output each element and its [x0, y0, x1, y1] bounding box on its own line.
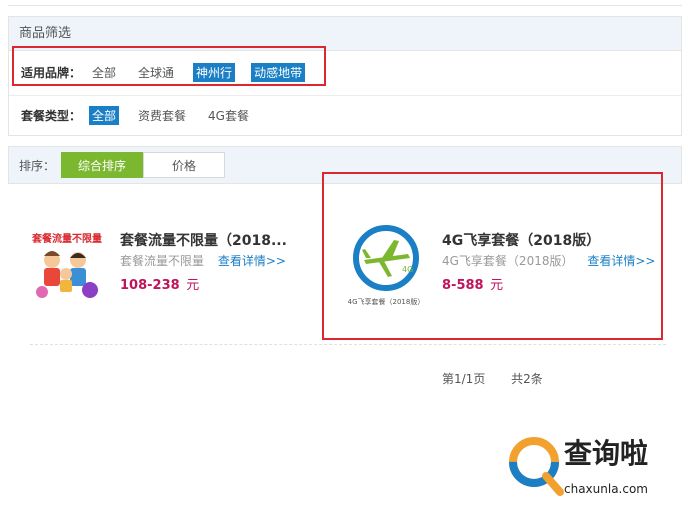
product-title[interactable]: 套餐流量不限量（2018...: [120, 230, 287, 250]
watermark: 查询啦 chaxunla.com: [508, 432, 678, 504]
list-divider: [30, 344, 666, 345]
sort-price-button[interactable]: 价格: [143, 152, 226, 178]
watermark-name: 查询啦: [564, 437, 649, 470]
pagination: 第1/1页 共2条: [442, 370, 565, 387]
package-type-filter-label: 套餐类型：: [21, 109, 82, 123]
page-indicator: 第1/1页: [442, 372, 486, 386]
product-image-caption: 套餐流量不限量: [31, 232, 102, 245]
product-price: 108-238 元: [120, 274, 199, 293]
package-type-filter-row: 套餐类型： 全部 资费套餐 4G套餐: [9, 95, 681, 135]
product-card-unlimited[interactable]: 套餐流量不限量 套餐流量不限量（2018... 套餐流量不限量 查看详情>> 1…: [18, 196, 328, 336]
watermark-url: chaxunla.com: [564, 482, 648, 496]
sort-label: 排序：: [19, 158, 56, 173]
top-divider: [8, 0, 682, 6]
package-type-option-tariff[interactable]: 资费套餐: [135, 106, 189, 125]
product-price-unit: 元: [186, 278, 200, 293]
chaxunla-logo-icon: [509, 437, 564, 496]
total-count: 共2条: [511, 372, 543, 386]
sort-comprehensive-button[interactable]: 综合排序: [61, 152, 144, 178]
product-image-family[interactable]: 套餐流量不限量: [24, 218, 110, 308]
package-type-option-all[interactable]: 全部: [89, 106, 120, 125]
product-subtitle: 套餐流量不限量 查看详情>>: [120, 252, 286, 269]
product-subtitle-text: 套餐流量不限量: [120, 254, 205, 268]
package-type-option-4g[interactable]: 4G套餐: [205, 106, 252, 125]
product-highlight-box: [322, 172, 663, 340]
view-details-link[interactable]: 查看详情>>: [218, 254, 286, 268]
product-price-value: 108-238: [120, 278, 180, 293]
brand-highlight-box: [12, 46, 326, 86]
